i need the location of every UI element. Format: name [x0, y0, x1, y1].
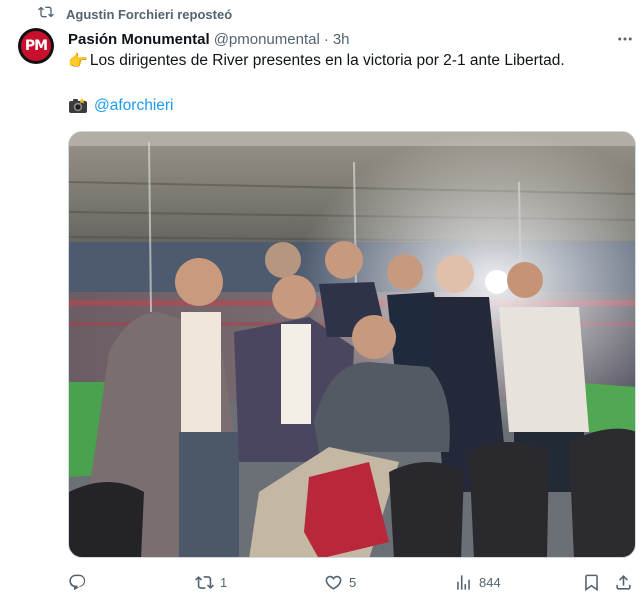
tweet-text: 👉 Los dirigentes de River presentes en l…	[68, 50, 565, 72]
author-handle[interactable]: @pmonumental	[214, 31, 320, 48]
avatar[interactable]: PM	[18, 28, 54, 64]
repost-icon	[195, 575, 214, 589]
views-button[interactable]: 844	[454, 570, 501, 594]
tweet-photo[interactable]	[68, 131, 636, 558]
more-icon	[618, 37, 632, 41]
pointing-hand-emoji: 👉	[68, 53, 88, 70]
author-name[interactable]: Pasión Monumental	[68, 31, 210, 48]
heart-icon	[325, 575, 342, 590]
views-icon	[457, 574, 470, 590]
repost-text[interactable]: Agustin Forchieri reposteó	[66, 7, 232, 22]
repost-button[interactable]: 1	[195, 570, 227, 594]
bookmark-button[interactable]	[582, 570, 601, 594]
reply-icon	[69, 574, 86, 590]
share-button[interactable]	[614, 570, 633, 594]
avatar-logo: PM	[24, 38, 48, 54]
views-count: 844	[479, 574, 501, 590]
bookmark-icon	[585, 574, 598, 591]
repost-count: 1	[220, 574, 228, 590]
like-count: 5	[349, 574, 357, 590]
camera-icon	[68, 97, 88, 115]
repost-icon	[38, 4, 54, 25]
tweet-body: Los dirigentes de River presentes en la …	[89, 52, 565, 69]
photo-illustration	[69, 132, 635, 557]
tweet-credit: @aforchieri	[68, 95, 173, 117]
tweet-actions: 1 5 844	[68, 570, 636, 594]
repost-header[interactable]: Agustin Forchieri reposteó	[38, 4, 232, 24]
share-icon	[616, 574, 631, 590]
separator: ·	[323, 30, 329, 48]
like-button[interactable]: 5	[324, 570, 356, 594]
mention-link[interactable]: @aforchieri	[94, 97, 173, 115]
tweet-header: Pasión Monumental @pmonumental · 3h	[68, 28, 350, 50]
reply-button[interactable]	[68, 570, 93, 594]
more-options-button[interactable]	[614, 28, 636, 50]
timestamp[interactable]: 3h	[333, 31, 350, 48]
